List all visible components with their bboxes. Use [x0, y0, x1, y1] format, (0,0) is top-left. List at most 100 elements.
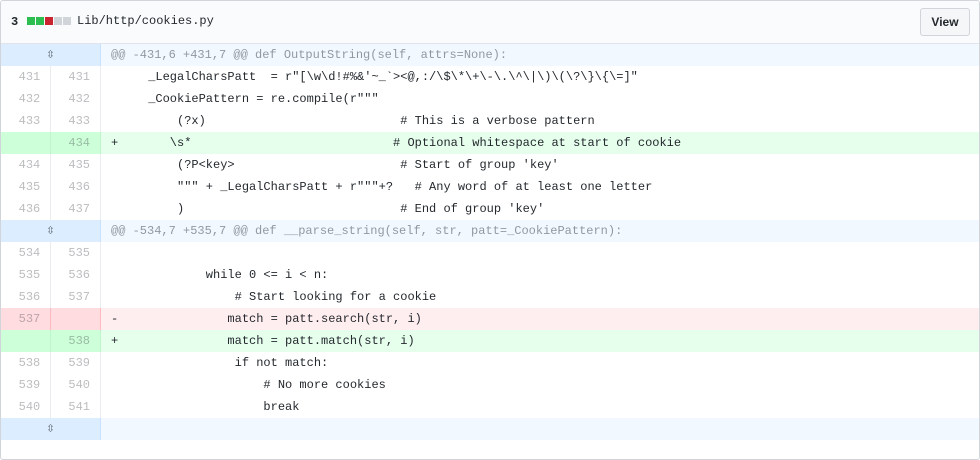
diff-row-deletion: 537 - match = patt.search(str, i) [1, 308, 979, 330]
code-text: """ + _LegalCharsPatt + r"""+? # Any wor… [141, 180, 653, 194]
hunk-header: @@ -534,7 +535,7 @@ def __parse_string(s… [100, 220, 979, 242]
new-line-number[interactable]: 437 [50, 198, 101, 220]
code-text: while 0 <= i < n: [141, 268, 329, 282]
diff-marker: + [111, 334, 119, 348]
new-line-number[interactable]: 540 [50, 374, 101, 396]
new-line-number[interactable]: 537 [50, 286, 101, 308]
view-file-button[interactable]: View [920, 8, 970, 36]
old-line-number[interactable] [1, 132, 52, 154]
new-line-number[interactable]: 431 [50, 66, 101, 88]
new-line-number[interactable]: 536 [50, 264, 101, 286]
code-line: ) # End of group 'key' [101, 198, 980, 220]
code-line: # No more cookies [101, 374, 980, 396]
expand-lines-button[interactable]: ⇳ [1, 418, 101, 440]
diff-row: 434 435 (?P<key> # Start of group 'key' [1, 154, 979, 176]
code-text: break [141, 400, 300, 414]
code-line: if not match: [101, 352, 980, 374]
old-line-number[interactable]: 431 [1, 66, 52, 88]
file-path[interactable]: Lib/http/cookies.py [77, 14, 214, 28]
new-line-number[interactable]: 539 [50, 352, 101, 374]
hunk-footer [100, 418, 979, 440]
diffstat-block [45, 17, 53, 25]
code-text: _LegalCharsPatt = r"[\w\d!#%&'~_`><@,:/\… [141, 70, 638, 84]
diffstat-block [27, 17, 35, 25]
new-line-number[interactable]: 433 [50, 110, 101, 132]
code-text: # No more cookies [141, 378, 386, 392]
diff-row: 436 437 ) # End of group 'key' [1, 198, 979, 220]
code-text: ) # End of group 'key' [141, 202, 545, 216]
code-line: _LegalCharsPatt = r"[\w\d!#%&'~_`><@,:/\… [101, 66, 980, 88]
expand-lines-button[interactable]: ⇳ [1, 220, 101, 242]
code-line [101, 242, 980, 264]
code-line: break [101, 396, 980, 418]
old-line-number[interactable]: 432 [1, 88, 52, 110]
hunk-header: @@ -431,6 +431,7 @@ def OutputString(sel… [100, 44, 979, 66]
code-text: (?x) # This is a verbose pattern [141, 114, 595, 128]
new-line-number[interactable]: 436 [50, 176, 101, 198]
new-line-number[interactable]: 535 [50, 242, 101, 264]
hunk-footer-row: ⇳ [1, 418, 979, 440]
code-text: # Start looking for a cookie [141, 290, 437, 304]
new-line-number[interactable]: 434 [50, 132, 101, 154]
new-line-number[interactable]: 435 [50, 154, 101, 176]
new-line-number[interactable]: 538 [50, 330, 101, 352]
diff-row: 540 541 break [1, 396, 979, 418]
new-line-number[interactable]: 432 [50, 88, 101, 110]
expand-icon: ⇳ [46, 223, 55, 239]
diff-file: 3 Lib/http/cookies.py View ⇳ @@ -431,6 +… [0, 0, 980, 460]
diff-row: 536 537 # Start looking for a cookie [1, 286, 979, 308]
old-line-number[interactable] [1, 330, 52, 352]
diffstat-count: 3 [11, 15, 19, 29]
code-line: # Start looking for a cookie [101, 286, 980, 308]
old-line-number[interactable]: 539 [1, 374, 52, 396]
expand-icon: ⇳ [46, 47, 55, 63]
code-text: match = patt.search(str, i) [141, 312, 422, 326]
old-line-number[interactable]: 436 [1, 198, 52, 220]
diff-row-addition: 434 + \s* # Optional whitespace at start… [1, 132, 979, 154]
old-line-number[interactable]: 537 [1, 308, 52, 330]
code-text: (?P<key> # Start of group 'key' [141, 158, 559, 172]
expand-lines-button[interactable]: ⇳ [1, 44, 101, 66]
new-line-number[interactable]: 541 [50, 396, 101, 418]
diff-row: 433 433 (?x) # This is a verbose pattern [1, 110, 979, 132]
old-line-number[interactable]: 540 [1, 396, 52, 418]
new-line-number[interactable] [50, 308, 101, 330]
code-text: if not match: [141, 356, 329, 370]
diff-row-addition: 538 + match = patt.match(str, i) [1, 330, 979, 352]
diffstat-block [36, 17, 44, 25]
old-line-number[interactable]: 534 [1, 242, 52, 264]
code-text: \s* # Optional whitespace at start of co… [141, 136, 682, 150]
diffstat-blocks [27, 17, 71, 25]
code-line: - match = patt.search(str, i) [100, 308, 979, 330]
code-line: (?P<key> # Start of group 'key' [101, 154, 980, 176]
diff-row: 535 536 while 0 <= i < n: [1, 264, 979, 286]
old-line-number[interactable]: 435 [1, 176, 52, 198]
diff-row: 435 436 """ + _LegalCharsPatt + r"""+? #… [1, 176, 979, 198]
diff-row: 432 432 _CookiePattern = re.compile(r""" [1, 88, 979, 110]
code-line: while 0 <= i < n: [101, 264, 980, 286]
hunk-header-row: ⇳ @@ -534,7 +535,7 @@ def __parse_string… [1, 220, 979, 242]
code-line: + \s* # Optional whitespace at start of … [100, 132, 979, 154]
code-text: _CookiePattern = re.compile(r""" [141, 92, 379, 106]
old-line-number[interactable]: 535 [1, 264, 52, 286]
diff-row: 534 535 [1, 242, 979, 264]
file-header: 3 Lib/http/cookies.py View [1, 1, 979, 44]
code-text: match = patt.match(str, i) [141, 334, 415, 348]
old-line-number[interactable]: 538 [1, 352, 52, 374]
expand-icon: ⇳ [46, 421, 55, 437]
code-line: _CookiePattern = re.compile(r""" [101, 88, 980, 110]
code-line: """ + _LegalCharsPatt + r"""+? # Any wor… [101, 176, 980, 198]
diff-table: ⇳ @@ -431,6 +431,7 @@ def OutputString(s… [1, 44, 979, 440]
diff-marker: - [111, 312, 119, 326]
diff-row: 539 540 # No more cookies [1, 374, 979, 396]
diff-row: 431 431 _LegalCharsPatt = r"[\w\d!#%&'~_… [1, 66, 979, 88]
diffstat-block [54, 17, 62, 25]
hunk-header-row: ⇳ @@ -431,6 +431,7 @@ def OutputString(s… [1, 44, 979, 66]
old-line-number[interactable]: 433 [1, 110, 52, 132]
diffstat-block [63, 17, 71, 25]
diff-row: 538 539 if not match: [1, 352, 979, 374]
code-line: (?x) # This is a verbose pattern [101, 110, 980, 132]
old-line-number[interactable]: 434 [1, 154, 52, 176]
code-line: + match = patt.match(str, i) [100, 330, 979, 352]
old-line-number[interactable]: 536 [1, 286, 52, 308]
